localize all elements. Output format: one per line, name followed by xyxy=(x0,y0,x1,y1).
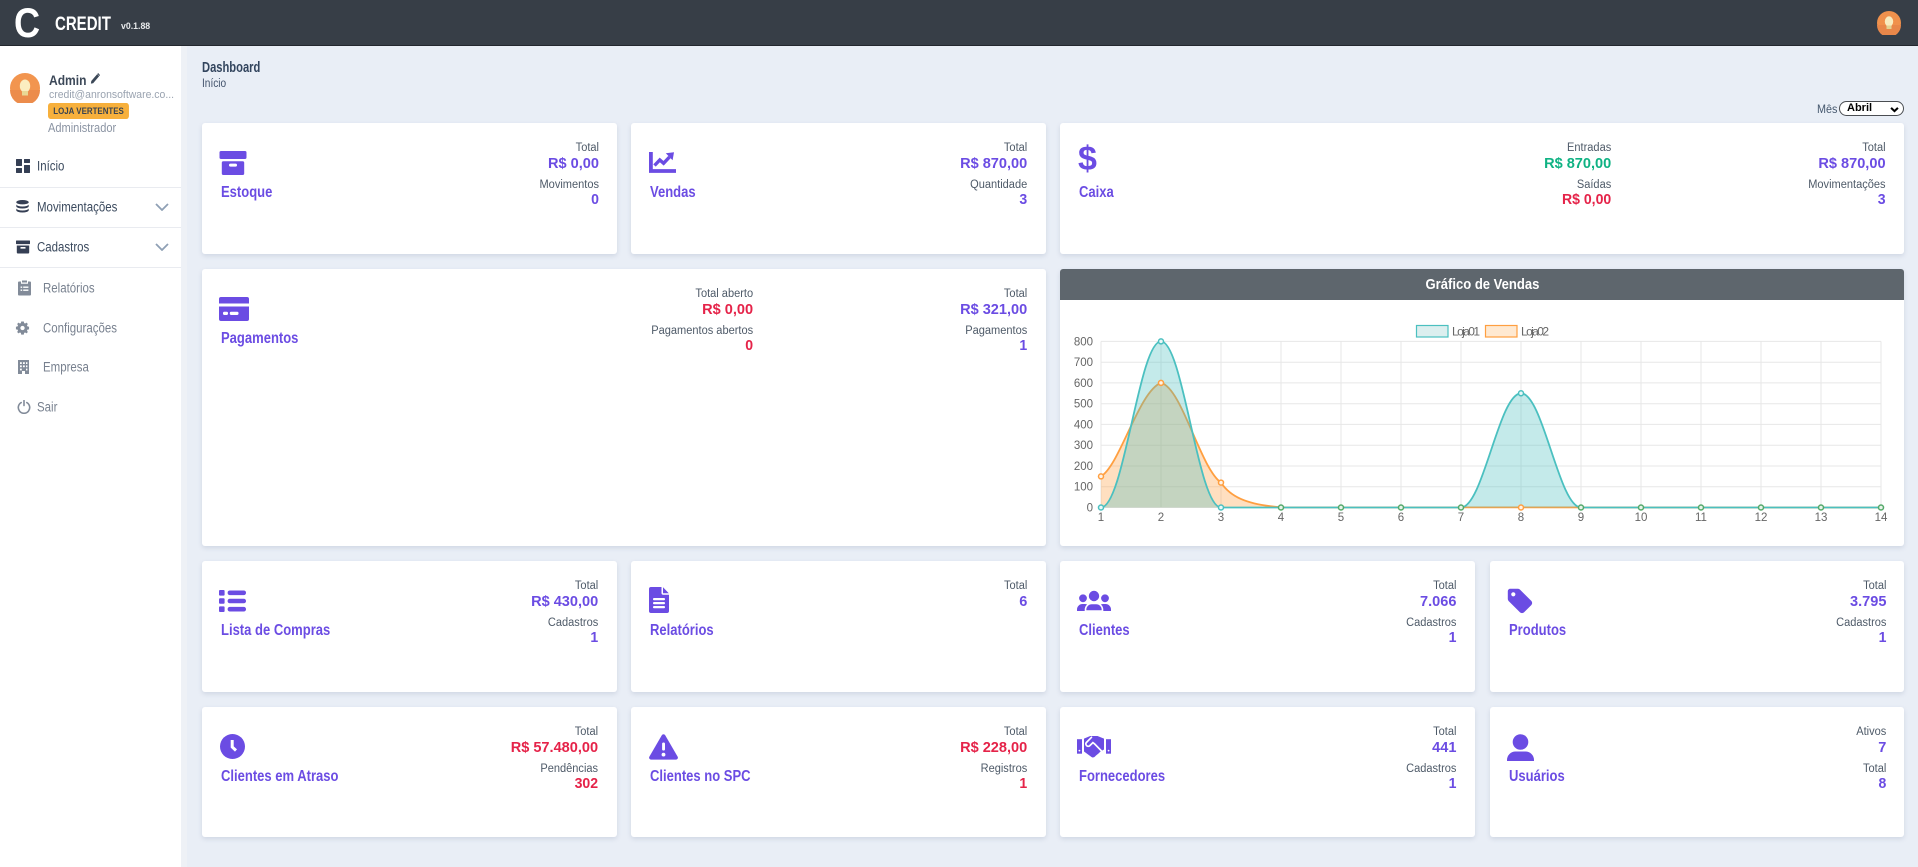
svg-text:200: 200 xyxy=(1074,461,1093,473)
svg-text:1: 1 xyxy=(1098,512,1104,524)
svg-text:9: 9 xyxy=(1578,512,1584,524)
svg-text:300: 300 xyxy=(1074,440,1093,452)
svg-text:6: 6 xyxy=(1398,512,1404,524)
svg-text:4: 4 xyxy=(1278,512,1285,524)
svg-text:12: 12 xyxy=(1755,512,1768,524)
svg-text:11: 11 xyxy=(1695,512,1707,524)
svg-text:13: 13 xyxy=(1815,512,1828,524)
svg-text:2: 2 xyxy=(1158,512,1164,524)
svg-text:800: 800 xyxy=(1074,336,1093,348)
svg-text:7: 7 xyxy=(1458,512,1464,524)
svg-text:8: 8 xyxy=(1518,512,1524,524)
svg-text:3: 3 xyxy=(1218,512,1224,524)
svg-text:Loja01: Loja01 xyxy=(1452,325,1480,339)
svg-text:Loja02: Loja02 xyxy=(1521,325,1549,339)
svg-text:5: 5 xyxy=(1338,512,1344,524)
svg-text:400: 400 xyxy=(1074,419,1093,431)
svg-text:0: 0 xyxy=(1087,503,1093,515)
svg-text:14: 14 xyxy=(1875,512,1888,524)
svg-text:600: 600 xyxy=(1074,378,1093,390)
svg-text:100: 100 xyxy=(1074,482,1093,494)
svg-text:10: 10 xyxy=(1635,512,1648,524)
svg-text:700: 700 xyxy=(1074,357,1093,369)
svg-text:500: 500 xyxy=(1074,399,1093,411)
